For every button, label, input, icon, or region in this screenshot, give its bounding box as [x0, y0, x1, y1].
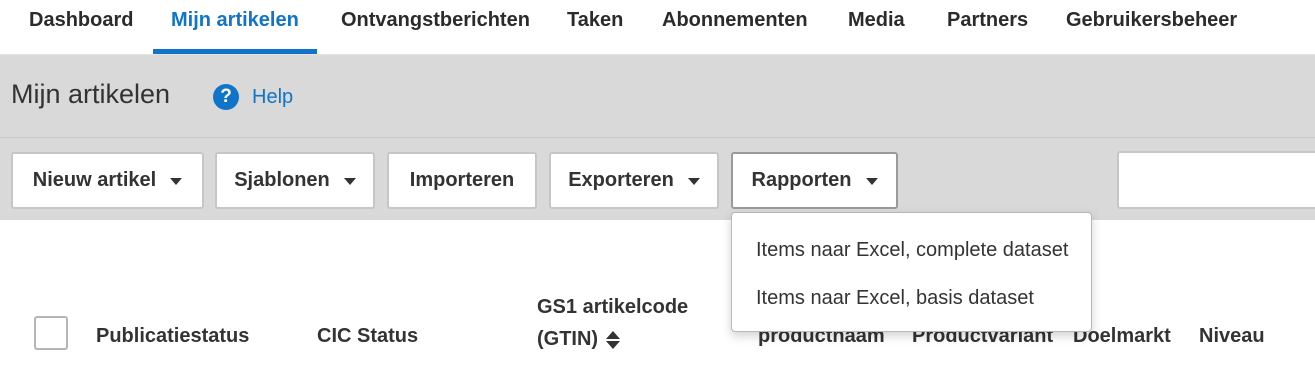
sort-icon[interactable] — [606, 330, 621, 350]
column-header-gtin-line2: (GTIN) — [537, 328, 599, 350]
new-item-button[interactable]: Nieuw artikel — [11, 152, 204, 209]
reports-button[interactable]: Rapporten — [731, 152, 898, 209]
nav-item-mijn-artikelen[interactable]: Mijn artikelen — [171, 0, 299, 55]
templates-button[interactable]: Sjablonen — [215, 152, 375, 209]
nav-item-abonnementen[interactable]: Abonnementen — [662, 0, 808, 55]
active-tab-indicator — [153, 49, 317, 54]
caret-down-icon — [687, 178, 700, 185]
export-button[interactable]: Exporteren — [549, 152, 719, 209]
nav-item-gebruikersbeheer[interactable]: Gebruikersbeheer — [1066, 0, 1237, 55]
reports-button-label: Rapporten — [751, 169, 852, 191]
caret-down-icon — [343, 178, 356, 185]
nav-item-dashboard[interactable]: Dashboard — [29, 0, 133, 55]
header-divider — [0, 137, 1315, 138]
help-link[interactable]: Help — [252, 86, 293, 109]
reports-dropdown-menu: Items naar Excel, complete dataset Items… — [731, 212, 1092, 332]
import-button[interactable]: Importeren — [387, 152, 537, 209]
question-circle-icon[interactable]: ? — [213, 84, 239, 110]
caret-down-icon — [170, 178, 183, 185]
column-header-cic-status[interactable]: CIC Status — [317, 325, 418, 348]
nav-item-ontvangstberichten[interactable]: Ontvangstberichten — [341, 0, 530, 55]
export-button-label: Exporteren — [568, 169, 674, 191]
column-header-gtin-line1: GS1 artikelcode — [537, 296, 689, 318]
column-header-niveau[interactable]: Niveau — [1199, 325, 1265, 348]
nav-item-partners[interactable]: Partners — [947, 0, 1028, 55]
nav-item-taken[interactable]: Taken — [567, 0, 623, 55]
search-input[interactable] — [1117, 151, 1315, 209]
import-button-label: Importeren — [409, 169, 515, 191]
nav-item-media[interactable]: Media — [848, 0, 905, 55]
top-navigation: Dashboard Mijn artikelen Ontvangstberich… — [0, 0, 1315, 55]
column-header-publicatiestatus[interactable]: Publicatiestatus — [96, 325, 249, 348]
caret-down-icon — [865, 178, 878, 185]
templates-button-label: Sjablonen — [234, 169, 330, 191]
select-all-checkbox[interactable] — [34, 316, 68, 350]
page-title: Mijn artikelen — [11, 79, 171, 109]
new-item-button-label: Nieuw artikel — [32, 169, 157, 191]
menu-item-complete-dataset[interactable]: Items naar Excel, complete dataset — [756, 239, 1068, 262]
column-header-gtin[interactable]: GS1 artikelcode (GTIN) — [537, 291, 688, 355]
menu-item-basis-dataset[interactable]: Items naar Excel, basis dataset — [756, 287, 1034, 310]
